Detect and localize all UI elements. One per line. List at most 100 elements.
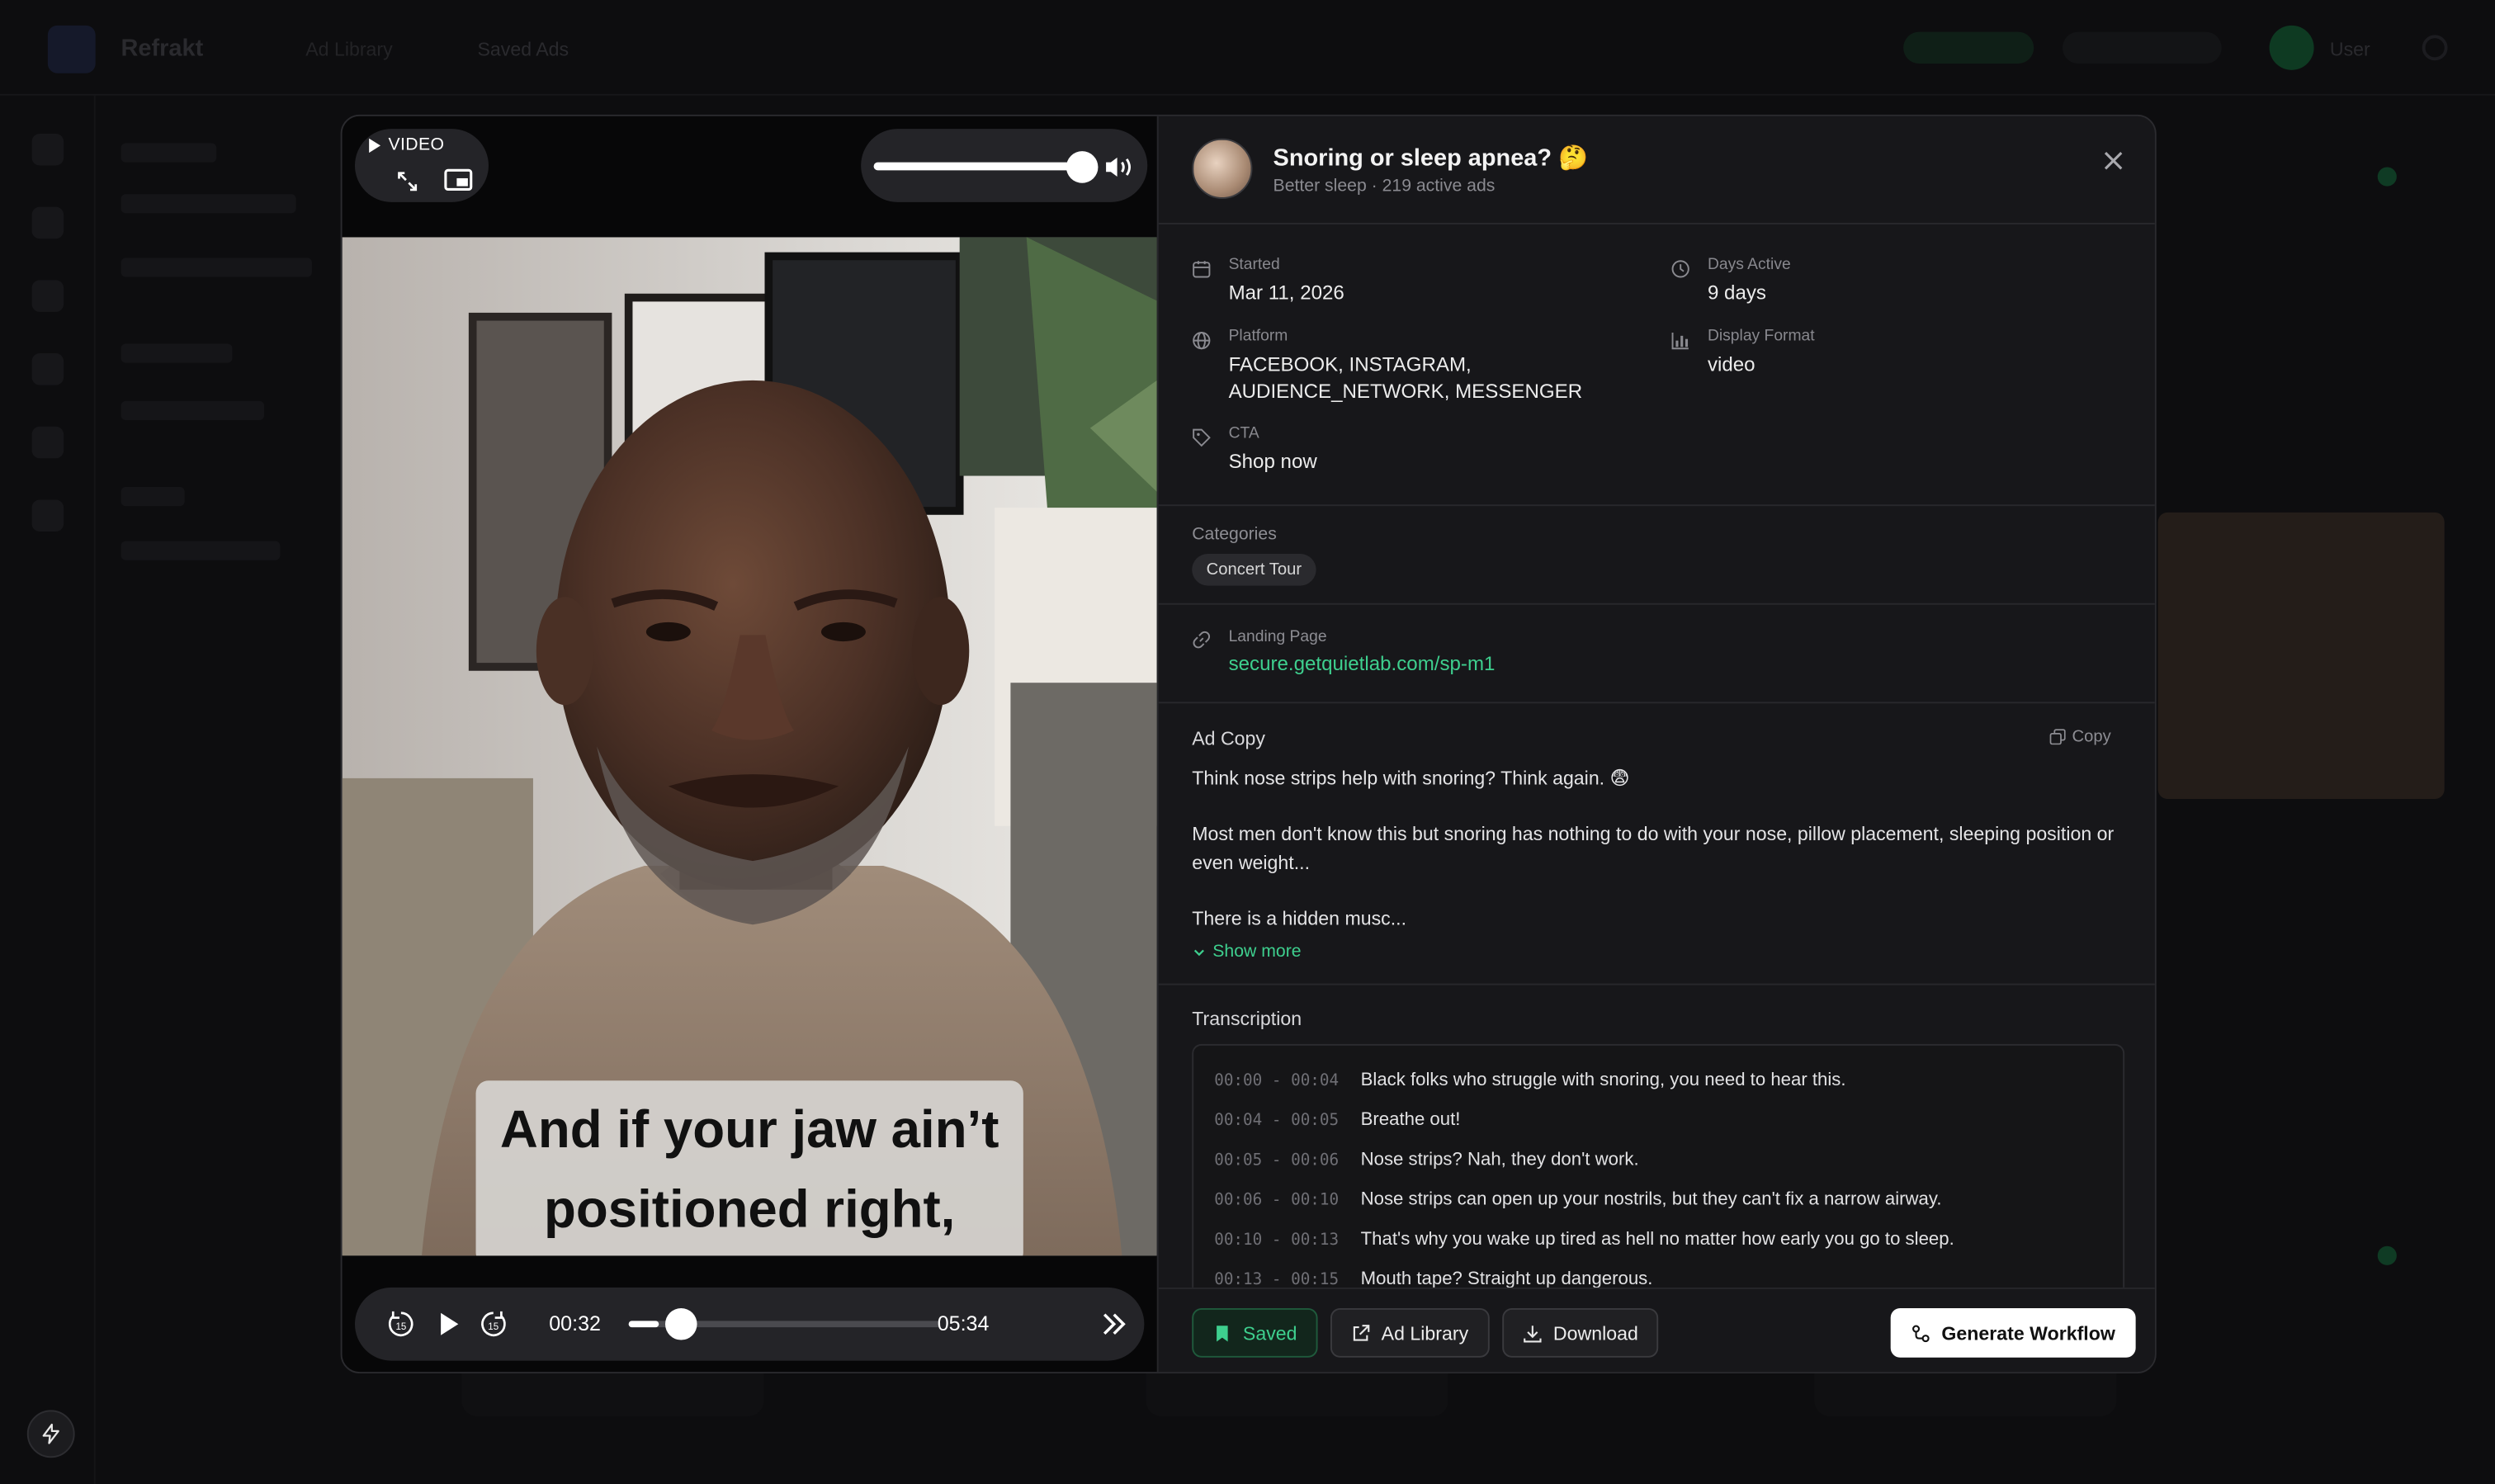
display-format-value: video [1707, 353, 1755, 376]
bar-chart-icon [1671, 332, 1689, 350]
platform-value-line-1: FACEBOOK, INSTAGRAM, [1228, 353, 1472, 376]
ad-header: Snoring or sleep apnea? 🤔 Better sleep ·… [1158, 116, 2155, 224]
ad-library-button-label: Ad Library [1381, 1321, 1469, 1345]
caption-line-2: positioned right, [543, 1179, 956, 1239]
ad-library-button[interactable]: Ad Library [1330, 1307, 1490, 1358]
saved-button[interactable]: Saved [1192, 1307, 1318, 1358]
download-icon [1524, 1325, 1542, 1342]
volume-icon[interactable] [1103, 154, 1135, 180]
viewport: Refrakt Ad Library Saved Ads User And if… [0, 0, 2495, 1484]
ad-title: Snoring or sleep apnea? 🤔 [1273, 144, 1589, 173]
app-brand: Refrakt [120, 35, 204, 63]
transcript-row[interactable]: 00:10 - 00:13 That's why you wake up tire… [1214, 1224, 1954, 1256]
rail-icon [31, 426, 64, 459]
show-more-button[interactable]: Show more [1192, 942, 1302, 962]
platform-label: Platform [1228, 328, 1288, 346]
transcript-time: 00:04 - 00:05 [1214, 1111, 1340, 1130]
volume-slider-handle[interactable] [1066, 151, 1099, 183]
progress-fill [628, 1321, 659, 1328]
expand-icon[interactable] [396, 170, 418, 192]
app-sidebar [96, 96, 334, 1484]
transcript-text: Black folks who struggle with snoring, y… [1360, 1070, 1846, 1090]
sidebar-placeholder [120, 194, 296, 214]
sidebar-placeholder [120, 541, 281, 560]
transcription-title: Transcription [1192, 1007, 1302, 1030]
transcript-row[interactable]: 00:00 - 00:04 Black folks who struggle wi… [1214, 1065, 1845, 1097]
transcript-row[interactable]: 00:06 - 00:10 Nose strips can open up you… [1214, 1184, 1941, 1217]
fast-forward-icon[interactable] [1099, 1310, 1128, 1339]
transcript-row[interactable]: 00:05 - 00:06 Nose strips? Nah, they don'… [1214, 1144, 1638, 1176]
video-type-badge: VIDEO [367, 135, 444, 154]
lightning-icon [42, 1423, 59, 1444]
transcript-time: 00:05 - 00:06 [1214, 1151, 1340, 1170]
transcript-text: Nose strips? Nah, they don't work. [1360, 1151, 1639, 1170]
progress-handle[interactable] [664, 1307, 697, 1340]
sidebar-placeholder [120, 400, 265, 421]
skip-back-icon[interactable]: 15 [387, 1310, 416, 1339]
category-chip[interactable]: Concert Tour [1192, 554, 1316, 586]
rail-icon [31, 280, 64, 312]
transcript-time: 00:00 - 00:04 [1214, 1071, 1340, 1089]
play-icon[interactable] [434, 1310, 463, 1339]
ad-card-thumbnail [2157, 512, 2445, 799]
transcript-text: That's why you wake up tired as hell no … [1360, 1230, 1954, 1250]
landing-page-label: Landing Page [1228, 628, 1327, 646]
breadcrumb-ad-library: Ad Library [305, 38, 393, 61]
playback-controls: 15 15 00:32 05:34 [354, 1287, 1145, 1361]
transcript-text: Nose strips can open up your nostrils, b… [1360, 1190, 1942, 1210]
bookmark-icon [1217, 1325, 1228, 1341]
platform-value: FACEBOOK, INSTAGRAM, AUDIENCE_NETWORK, ME… [1229, 352, 1583, 404]
caption-line-1: And if your jaw ain’t [499, 1099, 999, 1159]
started-value: Mar 11, 2026 [1228, 281, 1344, 305]
sidebar-placeholder [120, 143, 217, 163]
breadcrumb-saved-ads: Saved Ads [477, 38, 569, 61]
close-icon[interactable] [2100, 148, 2126, 173]
ad-metadata: Started Mar 11, 2026 Days Active 9 days … [1158, 224, 2155, 507]
settings-icon [2422, 35, 2448, 61]
tag-icon [1193, 428, 1211, 447]
transcript-row[interactable]: 00:04 - 00:05 Breathe out! [1214, 1104, 1460, 1137]
transcription-section: Transcription 00:00 - 00:04 Black folks w… [1159, 985, 2155, 1299]
video-frame[interactable]: And if your jaw ain’t positioned right, [342, 237, 1157, 1256]
copy-button[interactable]: Copy [2049, 727, 2111, 747]
duration: 05:34 [937, 1311, 990, 1335]
skip-forward-icon[interactable]: 15 [479, 1310, 508, 1339]
cta-label: CTA [1228, 424, 1259, 443]
app-topbar: Refrakt Ad Library Saved Ads User [0, 0, 2495, 96]
generate-workflow-button[interactable]: Generate Workflow [1890, 1307, 2136, 1358]
download-button[interactable]: Download [1502, 1307, 1659, 1358]
lightning-button[interactable] [26, 1410, 75, 1458]
advertiser-avatar [1192, 138, 1253, 200]
landing-page-link[interactable]: secure.getquietlab.com/sp-m1 [1229, 653, 1496, 675]
categories-section: Categories Concert Tour [1158, 506, 2155, 605]
volume-slider[interactable] [873, 162, 1081, 171]
status-pill [1903, 31, 2034, 64]
modal-footer: Saved Ad Library Download Generate Workf… [1158, 1287, 2155, 1373]
calendar-icon [1193, 261, 1211, 278]
display-format-label: Display Format [1707, 328, 1815, 346]
picture-in-picture-icon[interactable] [444, 167, 473, 192]
chevron-down-icon [1193, 948, 1204, 956]
video-caption: And if your jaw ain’t positioned right, [475, 1080, 1023, 1256]
generate-workflow-label: Generate Workflow [1941, 1321, 2115, 1345]
ad-copy-paragraph: Think nose strips help with snoring? Thi… [1192, 767, 1630, 790]
ad-copy-paragraph: Most men don't know this but snoring has… [1192, 822, 2115, 873]
clock-icon [1671, 260, 1689, 278]
ad-copy-section: Ad Copy Copy Think nose strips help with… [1158, 703, 2155, 985]
status-dot [2377, 167, 2397, 187]
progress-bar[interactable] [628, 1307, 941, 1340]
svg-text:15: 15 [488, 1322, 499, 1332]
video-badge-label: VIDEO [388, 135, 445, 155]
ad-details-panel: Snoring or sleep apnea? 🤔 Better sleep ·… [1156, 116, 2155, 1373]
rail-icon [31, 133, 64, 166]
show-more-label: Show more [1212, 942, 1302, 962]
copy-button-label: Copy [2072, 727, 2111, 747]
transcript-time: 00:10 - 00:13 [1214, 1231, 1340, 1249]
play-small-icon [369, 137, 381, 153]
started-label: Started [1228, 256, 1280, 274]
transcript-time: 00:06 - 00:10 [1214, 1191, 1340, 1209]
transcription-list[interactable]: 00:00 - 00:04 Black folks who struggle wi… [1192, 1043, 2125, 1299]
globe-icon [1193, 332, 1211, 350]
ad-detail-modal: And if your jaw ain’t positioned right, … [340, 114, 2157, 1374]
app-icon-rail [0, 95, 96, 1484]
